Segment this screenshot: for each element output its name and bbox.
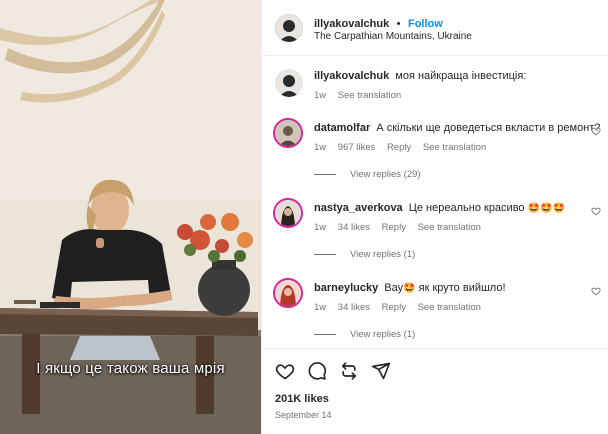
comment-like-heart-icon[interactable] (591, 206, 601, 216)
view-replies-button[interactable]: View replies (1) (314, 249, 415, 260)
comment-username[interactable]: datamolfar (314, 122, 370, 134)
see-translation-button[interactable]: See translation (423, 142, 486, 153)
comment-likes[interactable]: 967 likes (338, 142, 376, 153)
caption-age[interactable]: 1w (314, 90, 326, 101)
comment-like-heart-icon[interactable] (591, 286, 601, 296)
comment-icon[interactable] (307, 361, 327, 381)
caption-see-translation[interactable]: See translation (338, 90, 401, 101)
post-caption: illyakovalchuk моя найкраща інвестиція: … (262, 66, 608, 106)
caption-author-avatar[interactable] (275, 69, 303, 97)
comment-text: Це нереально красиво (408, 202, 525, 214)
repost-icon[interactable] (339, 361, 359, 381)
follow-button[interactable]: Follow (408, 18, 443, 30)
reply-button[interactable]: Reply (382, 222, 406, 233)
comment-item: nastya_averkova Це нереально красиво 🤩🤩🤩… (262, 196, 608, 266)
post-date[interactable]: September 14 (275, 410, 332, 420)
reply-button[interactable]: Reply (382, 302, 406, 313)
comment-text-post: як круто вийшло! (418, 282, 506, 294)
post-actions-bar (262, 348, 608, 434)
comment-like-heart-icon[interactable] (591, 126, 601, 136)
caption-username[interactable]: illyakovalchuk (314, 70, 389, 82)
comment-emoji: 🤩🤩🤩 (527, 203, 565, 214)
caption-text: моя найкраща інвестиція: (395, 70, 527, 82)
comment-item: barneylucky Вау🤩 як круто вийшло! 1w 34 … (262, 276, 608, 346)
comment-age[interactable]: 1w (314, 302, 326, 313)
comment-emoji: 🤩 (403, 283, 416, 294)
author-username[interactable]: illyakovalchuk (314, 18, 389, 30)
comment-likes[interactable]: 34 likes (338, 222, 370, 233)
separator-dot: • (396, 18, 401, 30)
video-subtitle: І якщо це також ваша мрія (36, 360, 225, 377)
comment-age[interactable]: 1w (314, 222, 326, 233)
view-replies-button[interactable]: View replies (29) (314, 169, 421, 180)
comment-text: А скільки ще доведеться вкласти в ремонт… (376, 122, 601, 134)
commenter-avatar[interactable] (273, 198, 303, 228)
post-location[interactable]: The Carpathian Mountains, Ukraine (314, 31, 472, 42)
post-header: illyakovalchuk • Follow The Carpathian M… (262, 0, 608, 56)
view-replies-label: View replies (1) (350, 249, 416, 260)
comment-item: datamolfar А скільки ще доведеться вклас… (262, 116, 608, 186)
post-details-panel: illyakovalchuk • Follow The Carpathian M… (261, 0, 608, 434)
author-avatar[interactable] (275, 14, 303, 42)
see-translation-button[interactable]: See translation (418, 222, 481, 233)
comment-username[interactable]: nastya_averkova (314, 202, 403, 214)
comment-likes[interactable]: 34 likes (338, 302, 370, 313)
view-replies-label: View replies (1) (350, 329, 416, 340)
comment-username[interactable]: barneylucky (314, 282, 378, 294)
post-media[interactable]: І якщо це також ваша мрія (0, 0, 261, 434)
comment-text-pre: Вау (384, 282, 404, 294)
view-replies-button[interactable]: View replies (1) (314, 329, 415, 340)
likes-count[interactable]: 201K likes (275, 393, 329, 405)
see-translation-button[interactable]: See translation (418, 302, 481, 313)
comment-age[interactable]: 1w (314, 142, 326, 153)
commenter-avatar[interactable] (273, 278, 303, 308)
commenter-avatar[interactable] (273, 118, 303, 148)
reply-button[interactable]: Reply (387, 142, 411, 153)
view-replies-label: View replies (29) (350, 169, 421, 180)
send-icon[interactable] (371, 361, 391, 381)
heart-icon[interactable] (275, 361, 295, 381)
